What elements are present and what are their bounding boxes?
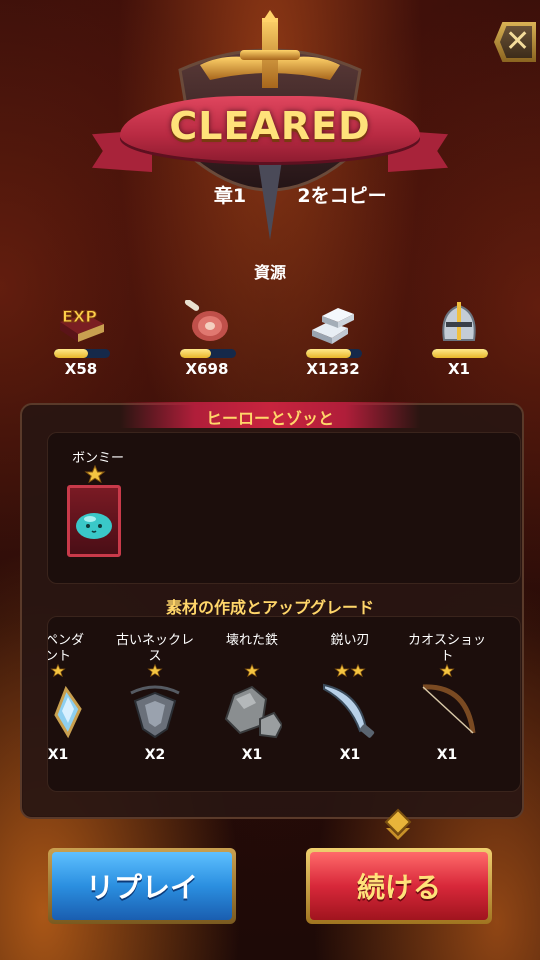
chapter-label: 章1	[213, 185, 247, 207]
material-qty: X1	[241, 747, 263, 763]
cleared-title: CLEARED	[169, 104, 371, 148]
material-qty: X2	[144, 747, 166, 763]
hero-name: ボンミー	[71, 451, 124, 466]
material-name: 壊れた鉄	[225, 633, 278, 648]
continue-label: 続ける	[356, 871, 441, 904]
broken-iron-icon	[224, 685, 282, 739]
helmet-icon	[442, 302, 476, 341]
star-icon	[84, 465, 106, 483]
hero-card[interactable]	[67, 485, 121, 557]
svg-text:EXP: EXP	[62, 307, 97, 326]
blue-slime-icon	[76, 513, 112, 539]
star-icon	[147, 663, 163, 678]
material-item[interactable]: 壊れた鉄 X1	[204, 617, 300, 777]
star-icon	[334, 663, 350, 678]
materials-title: 素材の作成とアップグレード	[165, 598, 374, 617]
replay-button[interactable]: リプレイ	[48, 848, 236, 924]
resource-meat: X698	[157, 300, 257, 380]
star-icon	[439, 663, 455, 678]
resource-value: X58	[64, 360, 98, 378]
sharp-blade-icon	[323, 683, 375, 738]
material-item[interactable]: 鋭い刃 X1	[302, 617, 398, 777]
material-name: 鋭い刃	[330, 633, 370, 648]
material-item[interactable]: のペンダ ント X1	[47, 617, 106, 777]
replay-label: リプレイ	[85, 871, 198, 904]
close-button[interactable]: ✕	[488, 18, 536, 66]
meat-icon	[184, 300, 228, 341]
silver-ingot-icon	[312, 308, 354, 344]
continue-button[interactable]: 続ける	[306, 848, 492, 924]
star-icon	[350, 663, 366, 678]
crystal-pendant-icon	[54, 685, 82, 739]
resource-value: X1232	[306, 360, 360, 378]
chevron-down-icon	[384, 808, 412, 840]
material-item[interactable]: 古いネックレ ス X2	[107, 617, 203, 777]
exp-book-icon: EXP	[60, 307, 104, 342]
material-item[interactable]: カオスショッ ト X1	[399, 617, 495, 777]
resources-title: 資源	[253, 263, 286, 282]
material-qty: X1	[47, 747, 69, 763]
material-name: カオスショッ ト	[407, 633, 486, 664]
star-icon	[244, 663, 260, 678]
resource-helmet: X1	[409, 300, 509, 380]
close-icon: ✕	[505, 24, 531, 59]
heroes-title: ヒーローとゾッと	[205, 409, 334, 428]
resource-silver: X1232	[283, 300, 383, 380]
resource-value: X1	[447, 360, 470, 378]
bow-icon	[422, 684, 476, 734]
star-icon	[50, 663, 66, 678]
copy-label: 2をコピー	[297, 185, 387, 207]
material-qty: X1	[436, 747, 458, 763]
old-necklace-icon	[130, 685, 180, 739]
resource-value: X698	[185, 360, 229, 378]
resource-exp: EXP X58	[31, 300, 131, 380]
material-name: 古いネックレ ス	[115, 633, 194, 664]
material-name: のペンダ ント	[47, 633, 84, 664]
materials-box: のペンダ ント X1 古いネックレ ス X2 壊れた鉄 X1 鋭い刃	[47, 616, 521, 792]
material-qty: X1	[339, 747, 361, 763]
